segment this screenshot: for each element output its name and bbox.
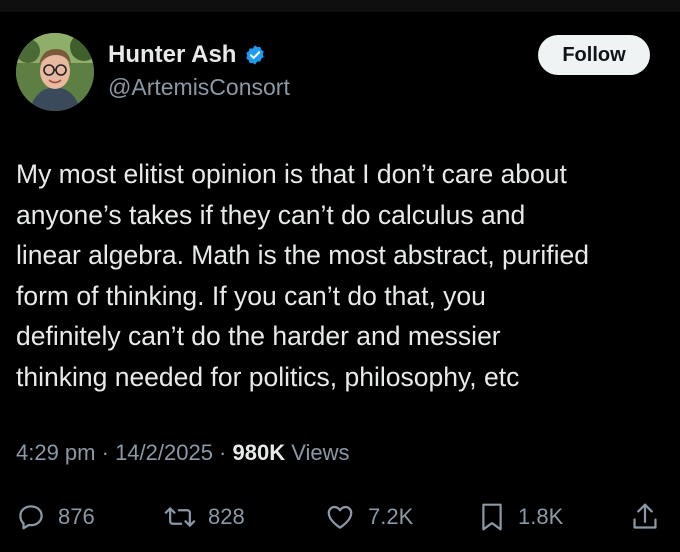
share-icon [630,501,660,533]
share-button[interactable] [630,497,660,537]
repost-button[interactable]: 828 [164,497,245,537]
tweet-date[interactable]: 14/2/2025 [115,440,213,465]
verified-badge-icon [244,44,266,66]
tweet-time[interactable]: 4:29 pm [16,440,96,465]
follow-button[interactable]: Follow [538,35,650,75]
tweet-text-line: form of thinking. If you can’t do that, … [16,280,486,311]
avatar-image [16,33,94,111]
meta-separator: · [95,440,116,465]
repost-icon [164,502,196,532]
reply-count: 876 [58,504,95,529]
tweet-text-line: thinking needed for politics, philosophy… [16,361,520,392]
tweet-text-line: linear algebra. Math is the most abstrac… [16,240,589,270]
bookmark-icon [478,501,506,533]
top-edge-bar [0,0,680,12]
tweet-meta: 4:29 pm · 14/2/2025 · 980K Views [16,440,350,466]
views-count: 980K [232,440,286,465]
action-bar: 876 828 7.2K 1.8K [0,497,680,537]
tweet-text-line: My most elitist opinion is that I don’t … [16,159,567,189]
tweet-text-line: anyone’s takes if they can’t do calculus… [16,199,526,230]
author-name[interactable]: Hunter Ash [108,41,236,69]
meta-separator: · [212,440,233,465]
bookmark-button[interactable]: 1.8K [478,497,563,537]
author-name-row: Hunter Ash [108,40,266,70]
tweet-text: My most elitist opinion is that I don’t … [16,154,668,397]
reply-icon [16,502,46,532]
like-count: 7.2K [368,504,414,529]
bookmark-count: 1.8K [518,504,564,529]
author-handle[interactable]: @ArtemisConsort [108,74,290,101]
like-icon [324,502,356,532]
repost-count: 828 [208,504,245,529]
tweet-text-line: definitely can’t do the harder and messi… [16,321,501,351]
views-label: Views [291,440,350,465]
avatar[interactable] [16,33,94,111]
like-button[interactable]: 7.2K [324,497,413,537]
reply-button[interactable]: 876 [16,497,95,537]
